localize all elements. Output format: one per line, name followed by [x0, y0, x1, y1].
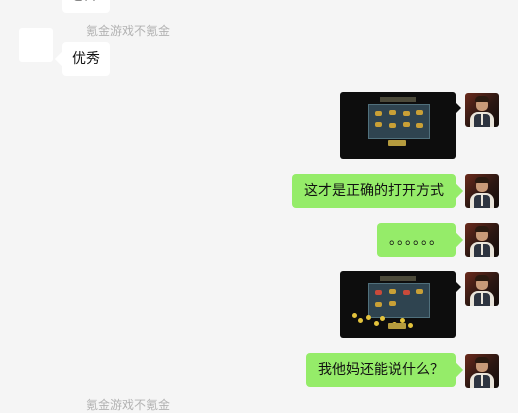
message-text: 我他妈还能说什么？ — [318, 362, 444, 378]
sender-avatar[interactable] — [19, 28, 53, 62]
message-text: 优秀 — [72, 51, 100, 67]
message-text: 。。。。。。 — [389, 232, 444, 248]
message-bubble-outgoing[interactable]: 我他妈还能说什么？ — [306, 353, 456, 387]
my-avatar[interactable] — [465, 93, 499, 127]
message-bubble-incoming-partial[interactable]: 乚ㄇ — [62, 0, 110, 13]
message-bubble-outgoing[interactable]: 这才是正确的打开方式 — [292, 174, 456, 208]
sender-name: 氪金游戏不氪金 — [86, 24, 171, 38]
message-text: 乚ㄇ — [72, 0, 96, 3]
my-avatar[interactable] — [465, 354, 499, 388]
bubble-tail — [456, 103, 461, 113]
image-message[interactable] — [340, 271, 456, 338]
message-text: 这才是正确的打开方式 — [304, 183, 444, 199]
my-avatar[interactable] — [465, 272, 499, 306]
bubble-tail — [456, 282, 461, 292]
my-avatar[interactable] — [465, 223, 499, 257]
message-bubble-incoming[interactable]: 优秀 — [62, 42, 110, 76]
image-message[interactable] — [340, 92, 456, 159]
message-bubble-outgoing[interactable]: 。。。。。。 — [377, 223, 456, 257]
my-avatar[interactable] — [465, 174, 499, 208]
sender-name: 氪金游戏不氪金 — [86, 398, 171, 412]
